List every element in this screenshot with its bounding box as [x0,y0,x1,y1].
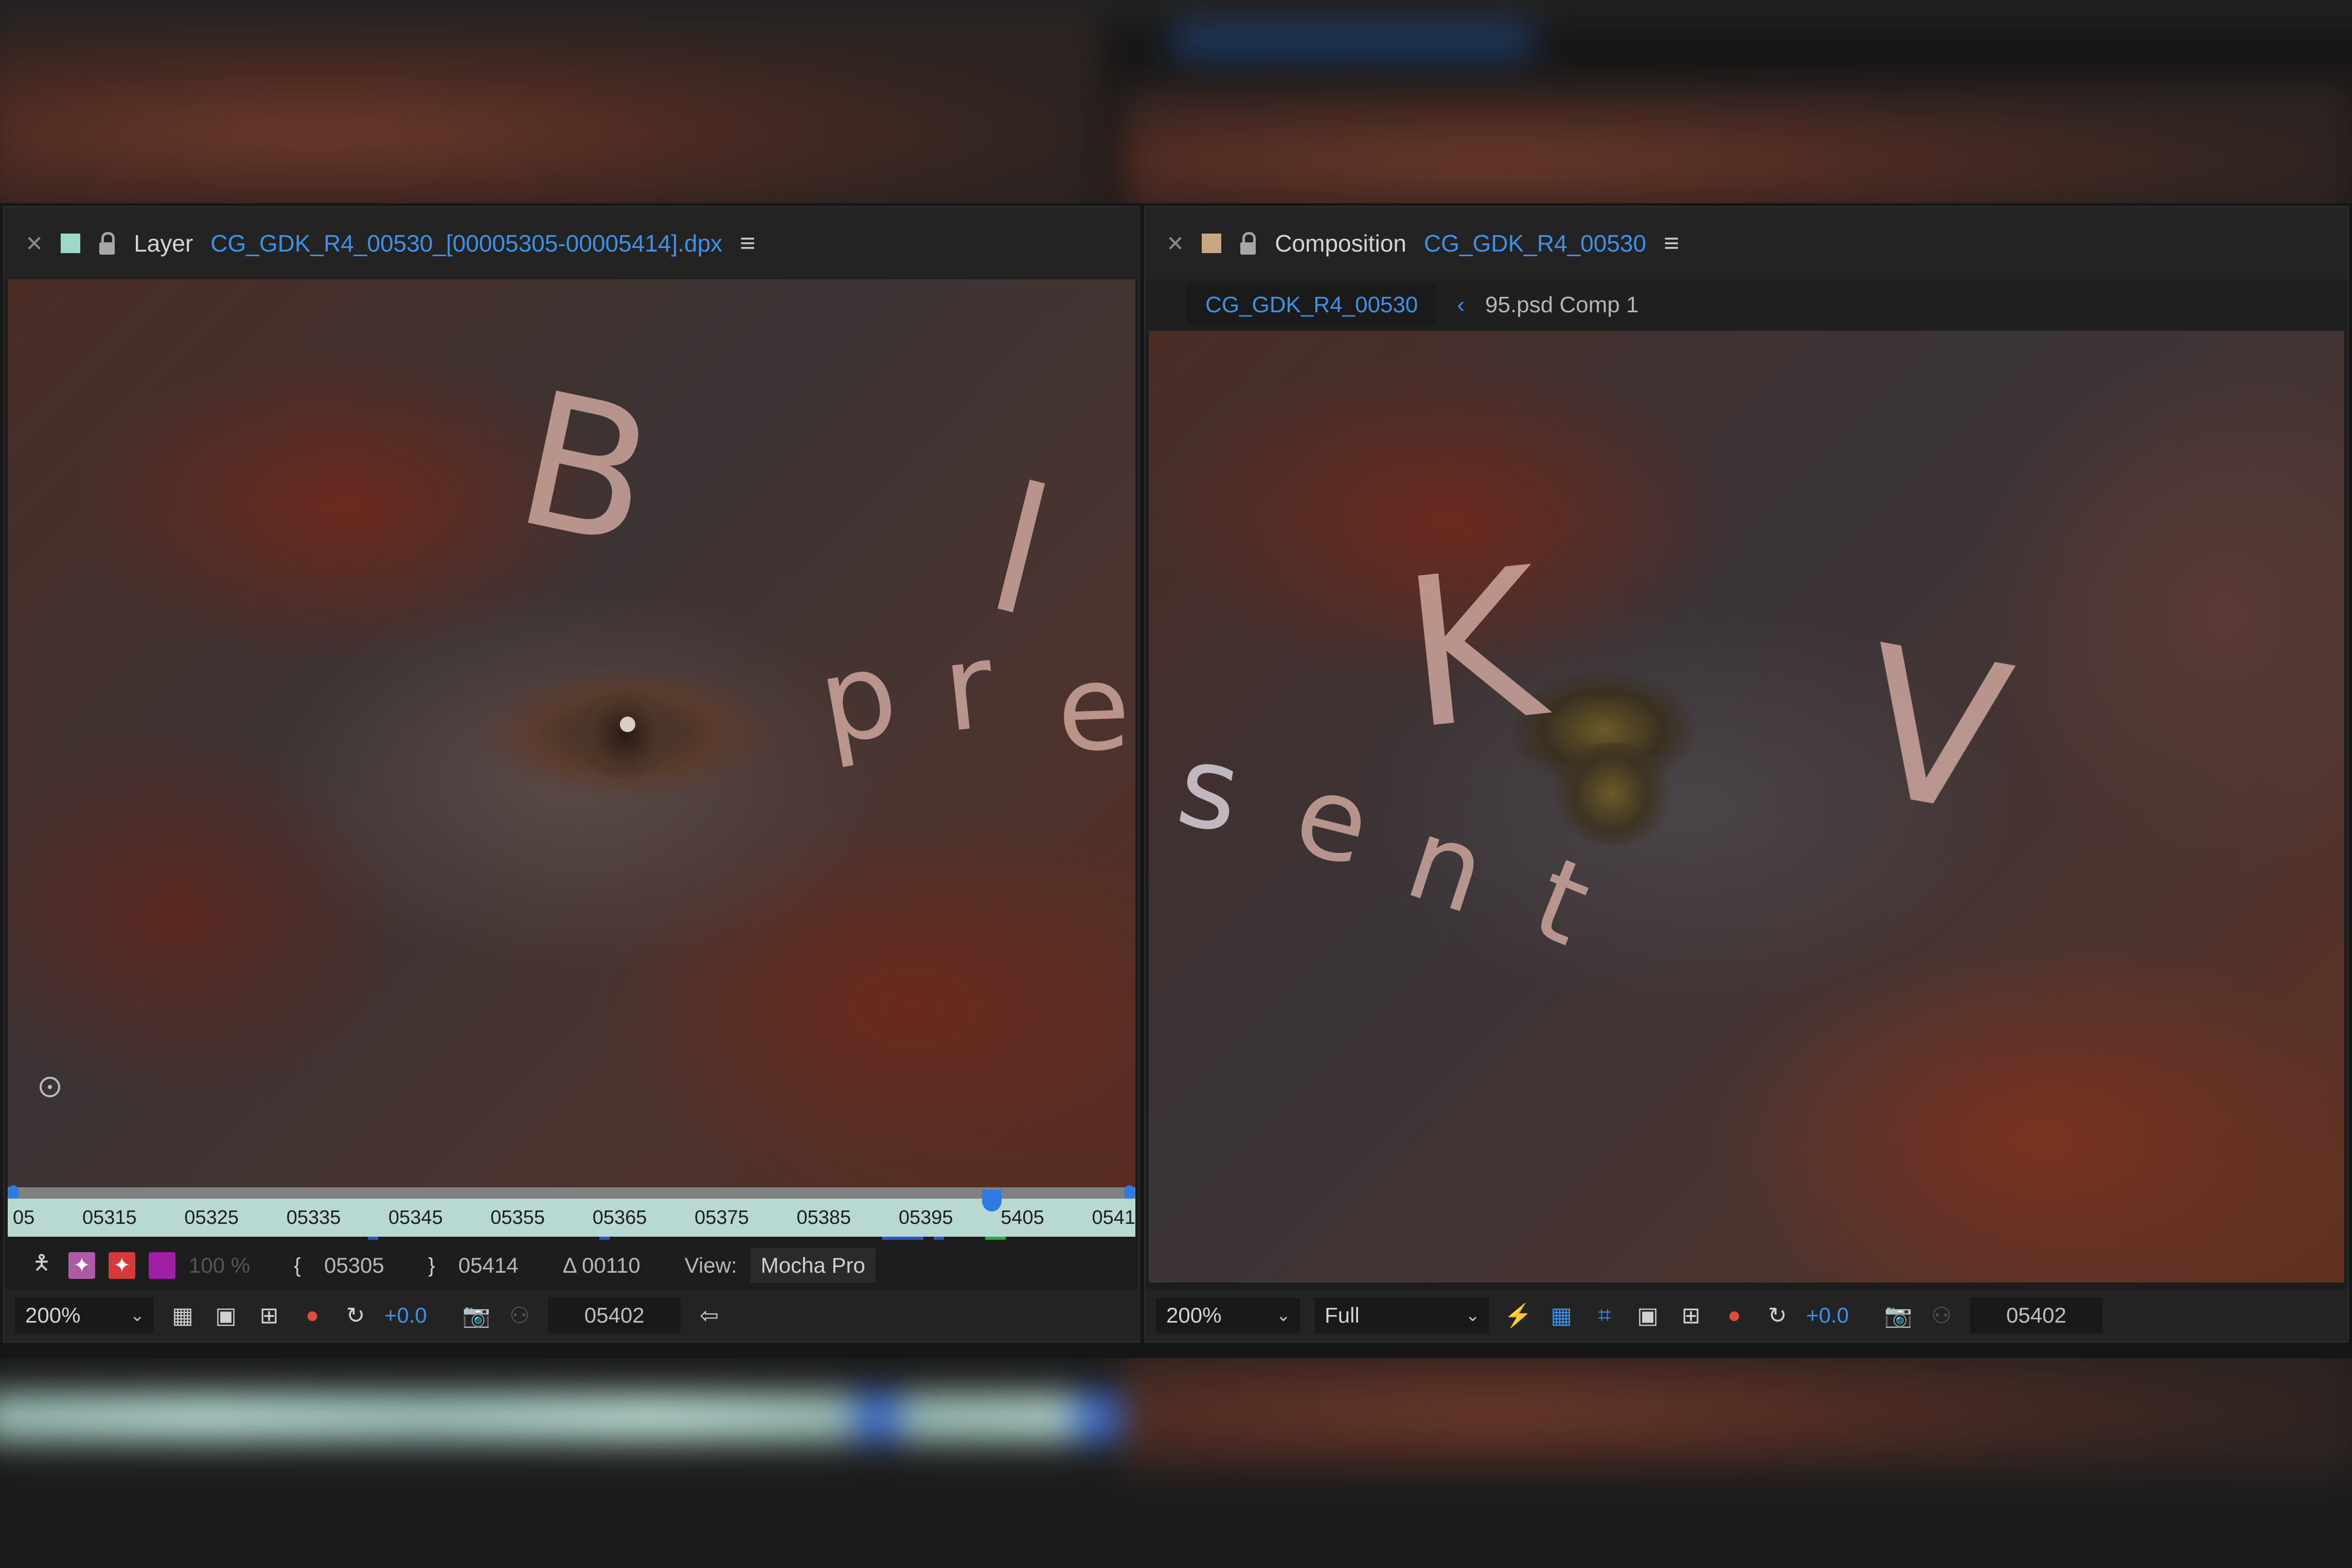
hamburger-menu-icon[interactable]: ≡ [740,228,755,259]
region-of-interest-icon[interactable]: ▣ [1633,1301,1662,1330]
guides-grid-icon[interactable]: ⊞ [255,1301,283,1330]
text-glyph: K [1394,523,1553,776]
chevron-down-icon: ⌄ [1465,1306,1481,1325]
mask-color-swatch[interactable] [149,1252,175,1279]
out-point-timecode[interactable]: 05414 [458,1253,519,1278]
opacity-value: 100 % [189,1253,251,1277]
breadcrumb-nested-comp[interactable]: 95.psd Comp 1 [1485,292,1638,318]
magnification-dropdown[interactable]: 200% ⌄ [15,1297,154,1333]
close-icon[interactable]: ✕ [1166,231,1184,256]
resolution-value: Full [1325,1303,1360,1327]
work-area-bar[interactable] [8,1185,1135,1201]
ruler-label: 05385 [796,1206,851,1228]
reset-exposure-icon[interactable]: ↻ [1763,1301,1792,1330]
lock-icon[interactable] [1239,232,1257,255]
view-label: View: [684,1253,737,1277]
composition-panel-tab[interactable]: ✕ Composition CG_GDK_R4_00530 ≡ [1146,207,2347,279]
duration-timecode: Δ 00110 [562,1253,640,1277]
snapshot-camera-icon[interactable]: 📷 [1884,1301,1913,1330]
ruler-label: 0541 [1092,1206,1135,1228]
reset-exposure-icon[interactable]: ↻ [341,1301,370,1330]
playhead-handle[interactable] [982,1190,1002,1211]
composition-panel: ✕ Composition CG_GDK_R4_00530 ≡ CG_GDK_R… [1144,206,2349,1343]
layer-viewer[interactable]: B l p r e [8,279,1135,1187]
guides-grid-icon[interactable]: ⊞ [1677,1301,1705,1330]
mask-path-visibility-icon[interactable]: ⌗ [1590,1301,1619,1330]
show-snapshot-icon[interactable]: ⚇ [505,1301,534,1330]
fast-previews-icon[interactable]: ⚡ [1504,1301,1533,1330]
blurred-background-bottom [0,1358,2352,1568]
anchor-point-icon[interactable] [40,1077,60,1097]
panel-type-label: Composition [1275,230,1406,257]
onion-skin-icon[interactable]: ✦ [68,1252,95,1279]
layer-panel-tab[interactable]: ✕ Layer CG_GDK_R4_00530_[00005305-000054… [5,207,1138,279]
ruler-label: 05335 [286,1206,341,1228]
close-icon[interactable]: ✕ [25,231,43,256]
ruler-label: 05395 [898,1206,953,1228]
text-glyph: e [1055,638,1133,779]
time-ruler[interactable]: 05 05315 05325 05335 05345 05355 05365 0… [8,1199,1135,1237]
transparency-grid-icon[interactable]: ▦ [1547,1301,1576,1330]
in-point-timecode[interactable]: 05305 [324,1253,384,1278]
ruler-label: 05355 [490,1206,545,1228]
magnification-value: 200% [1166,1303,1222,1327]
set-in-point-icon[interactable]: { [284,1252,311,1279]
layer-viewer-toolbar: 200% ⌄ ▦ ▣ ⊞ ● ↻ +0.0 📷 ⚇ 05402 ⇦ [5,1290,1138,1341]
label-color-swatch[interactable] [1202,234,1222,253]
composition-breadcrumbs: CG_GDK_R4_00530 ‹ 95.psd Comp 1 [1146,279,2347,331]
puppet-pin-icon[interactable]: 🯅 [28,1252,55,1279]
magnification-value: 200% [25,1303,81,1327]
label-color-swatch[interactable] [61,234,81,253]
channels-icon[interactable]: ● [1720,1301,1749,1330]
composition-viewer-toolbar: 200% ⌄ Full ⌄ ⚡ ▦ ⌗ ▣ ⊞ ● ↻ +0.0 📷 ⚇ 054… [1146,1290,2347,1341]
exposure-value[interactable]: +0.0 [1806,1303,1849,1328]
current-frame-field[interactable]: 05402 [1970,1297,2102,1333]
ruler-label: 05325 [184,1206,239,1228]
snapshot-camera-icon[interactable]: 📷 [462,1301,491,1330]
chevron-down-icon: ⌄ [130,1306,145,1325]
panel-type-label: Layer [134,230,193,257]
resolution-dropdown[interactable]: Full ⌄ [1314,1297,1489,1333]
ruler-label: 5405 [1001,1206,1044,1228]
breadcrumb-active-comp[interactable]: CG_GDK_R4_00530 [1187,285,1437,325]
hamburger-menu-icon[interactable]: ≡ [1664,228,1679,259]
blurred-background-top [0,0,2352,203]
composition-name[interactable]: CG_GDK_R4_00530 [1424,229,1646,257]
show-snapshot-icon[interactable]: ⚇ [1927,1301,1956,1330]
layer-controls-row: 🯅 ✦ ✦ 100 % { 05305 } 05414 Δ 00110 View… [8,1242,1135,1289]
layer-name[interactable]: CG_GDK_R4_00530_[00005305-00005414].dpx [210,229,722,257]
go-to-time-icon[interactable]: ⇦ [695,1301,724,1330]
magnification-dropdown[interactable]: 200% ⌄ [1156,1297,1300,1333]
channels-icon[interactable]: ● [298,1301,327,1330]
view-dropdown[interactable]: Mocha Pro [750,1248,876,1283]
chevron-down-icon: ⌄ [1276,1306,1291,1325]
region-of-interest-icon[interactable]: ▣ [211,1301,240,1330]
show-mask-icon[interactable]: ✦ [109,1252,135,1279]
current-frame-field[interactable]: 05402 [548,1297,681,1333]
set-out-point-icon[interactable]: } [418,1252,445,1279]
cached-frames-indicator [8,1237,1135,1241]
ruler-label: 05345 [388,1206,443,1228]
lock-icon[interactable] [98,232,116,255]
layer-panel: ✕ Layer CG_GDK_R4_00530_[00005305-000054… [3,206,1140,1343]
ruler-label: 05 [13,1206,35,1228]
ruler-label: 05315 [82,1206,137,1228]
ruler-label: 05375 [694,1206,749,1228]
transparency-grid-icon[interactable]: ▦ [168,1301,197,1330]
breadcrumb-separator: ‹ [1457,292,1465,317]
ruler-label: 05365 [592,1206,647,1228]
composition-viewer[interactable]: K V s e n t [1149,331,2344,1282]
exposure-value[interactable]: +0.0 [384,1303,427,1328]
